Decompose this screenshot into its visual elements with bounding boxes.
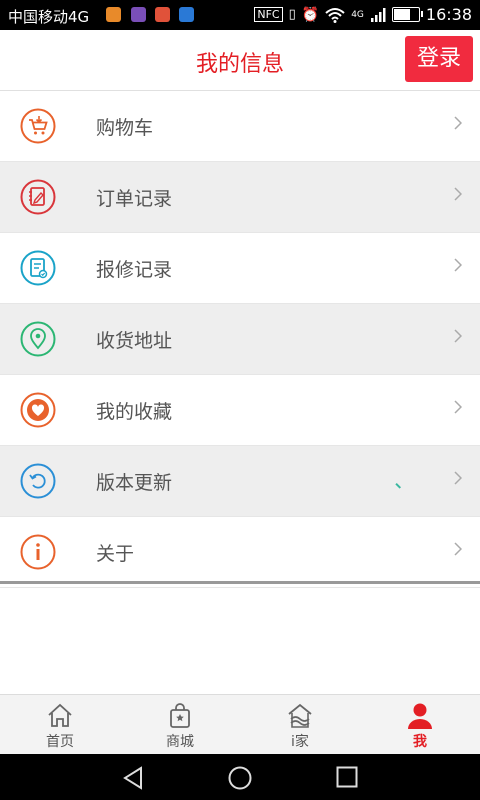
back-icon[interactable] [121,766,145,790]
status-icons: NFC ▯ ⏰ 4G 16:38 [254,5,472,24]
chevron-right-icon [454,258,462,272]
system-nav-bar [0,754,480,800]
tab-home[interactable]: 首页 [0,695,120,755]
info-icon [20,534,56,570]
tab-label: i家 [291,734,309,750]
content-divider [0,581,480,584]
signal-icon [370,7,386,22]
chevron-right-icon [454,400,462,414]
vibrate-icon: ▯ [288,7,296,22]
recents-icon[interactable] [336,766,358,788]
login-button[interactable]: 登录 [405,36,473,82]
menu-item-label: 订单记录 [96,188,173,210]
menu-item-label: 报修记录 [96,259,173,281]
user-icon [408,703,432,729]
shopping-bag-icon [170,703,190,728]
menu-item-version-update[interactable]: 版本更新 [0,446,480,517]
battery-icon [391,7,423,22]
order-notebook-icon [20,179,56,215]
chevron-right-icon [454,329,462,343]
menu-item-label: 购物车 [96,117,154,139]
menu-item-favorites[interactable]: 我的收藏 [0,375,480,446]
tab-mall[interactable]: 商城 [120,695,240,755]
menu-item-orders[interactable]: 订单记录 [0,162,480,233]
app-header: 我的信息 登录 [0,30,480,91]
menu-item-label: 我的收藏 [96,401,173,423]
network-badge: 4G [351,9,364,20]
carrier-label: 中国移动4G [8,8,90,26]
tab-label: 我 [413,734,427,750]
bottom-tab-bar: 首页 商城 i家 我 [0,694,480,755]
repair-clipboard-icon [20,250,56,286]
tab-me[interactable]: 我 [360,695,480,755]
home-nav-icon[interactable] [228,766,252,790]
menu-item-repair-records[interactable]: 报修记录 [0,233,480,304]
menu-item-about[interactable]: 关于 [0,517,480,588]
chevron-right-icon [454,542,462,556]
menu-item-label: 收货地址 [96,330,173,352]
clock: 16:38 [425,5,472,24]
notification-icon-3 [155,7,170,22]
tab-label: 首页 [46,734,74,750]
alarm-icon: ⏰ [301,6,320,23]
nfc-icon: NFC [254,7,283,22]
tab-ijia[interactable]: i家 [240,695,360,755]
heart-icon [20,392,56,428]
notification-icon-4 [179,7,194,22]
home-icon [48,703,72,727]
menu-item-address[interactable]: 收货地址 [0,304,480,375]
menu-item-label: 版本更新 [96,472,173,494]
tab-label: 商城 [166,734,194,750]
chevron-right-icon [454,471,462,485]
wifi-icon [325,7,345,23]
shopping-cart-icon [20,108,56,144]
house-wave-icon [288,703,312,728]
notification-icon-2 [131,7,146,22]
menu-item-cart[interactable]: 购物车 [0,91,480,162]
menu-list: 购物车 订单记录 报修记录 收货地址 我的收藏 版本更新 关于 [0,91,480,588]
menu-item-label: 关于 [96,543,135,565]
refresh-icon [20,463,56,499]
chevron-right-icon [454,116,462,130]
status-bar: 中国移动4G NFC ▯ ⏰ 4G 16:38 [0,0,480,30]
chevron-right-icon [454,187,462,201]
location-pin-icon [20,321,56,357]
notification-icon-1 [106,7,121,22]
